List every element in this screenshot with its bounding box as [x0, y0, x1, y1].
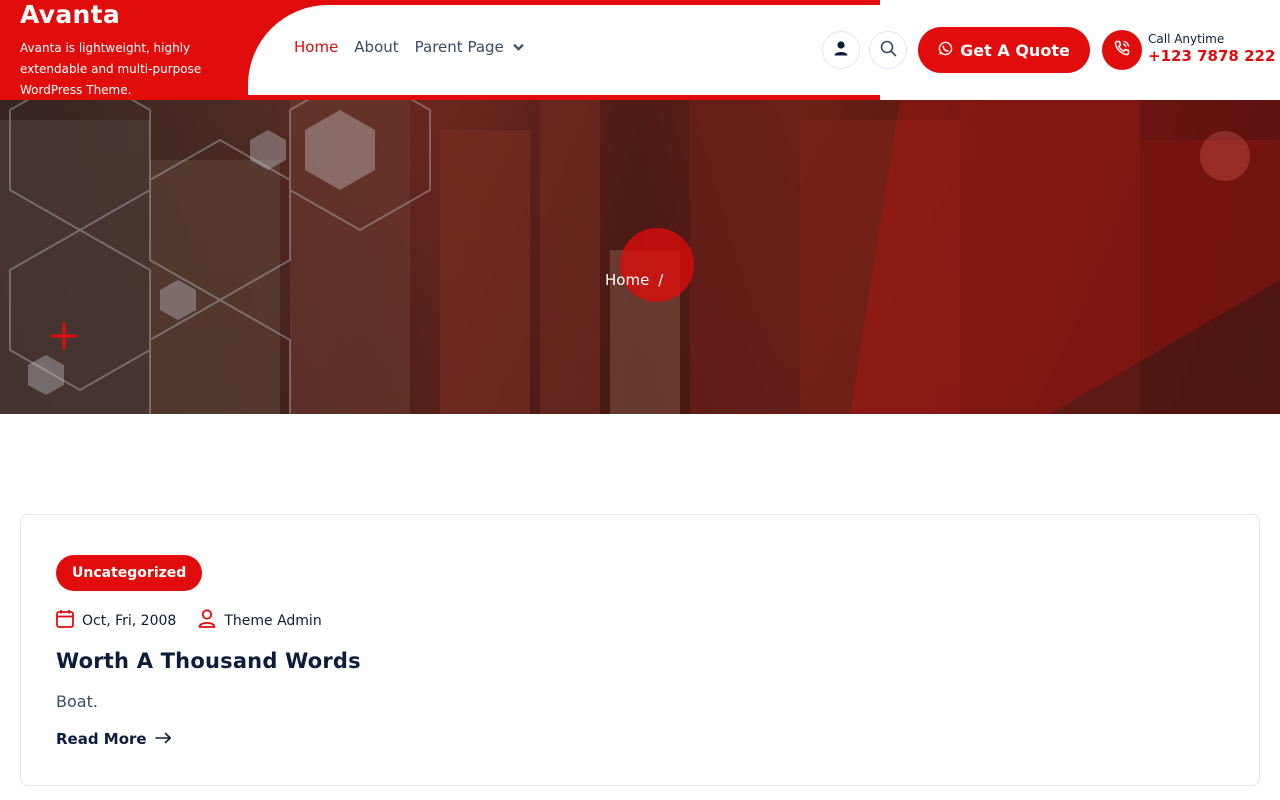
read-more-label: Read More [56, 730, 147, 748]
page-banner: Home / [0, 100, 1280, 414]
nav-item-about[interactable]: About [354, 38, 398, 56]
search-icon [880, 40, 897, 61]
nav-item-parent-page[interactable]: Parent Page [415, 38, 524, 57]
read-more-link[interactable]: Read More [56, 730, 172, 748]
user-icon [198, 609, 224, 632]
site-title[interactable]: Avanta [20, 0, 120, 29]
post-date-text: Oct, Fri, 2008 [82, 612, 177, 629]
post-card: Uncategorized Oct, Fri, 2008 Theme Admin… [20, 514, 1260, 786]
main-navigation: Home About Parent Page [294, 38, 540, 57]
get-a-quote-button[interactable]: Get A Quote [918, 27, 1090, 73]
search-button[interactable] [869, 31, 907, 69]
category-badge[interactable]: Uncategorized [56, 555, 203, 591]
breadcrumb: Home / [605, 271, 663, 289]
post-title[interactable]: Worth A Thousand Words [56, 649, 361, 673]
get-a-quote-label: Get A Quote [960, 40, 1070, 60]
calendar-icon [56, 609, 82, 632]
whatsapp-icon [938, 41, 960, 60]
arrow-right-icon [147, 730, 172, 748]
user-icon [834, 40, 848, 60]
phone-icon [1113, 39, 1131, 61]
chevron-down-icon [513, 39, 524, 57]
call-anytime-label: Call Anytime [1148, 32, 1225, 46]
post-date[interactable]: Oct, Fri, 2008 [56, 609, 176, 632]
nav-item-parent-page-label: Parent Page [414, 38, 504, 56]
call-button[interactable] [1102, 30, 1142, 70]
post-author[interactable]: Theme Admin [198, 609, 322, 632]
post-meta: Oct, Fri, 2008 Theme Admin [56, 609, 344, 632]
breadcrumb-home-link[interactable]: Home [605, 271, 649, 289]
account-button[interactable] [822, 31, 860, 69]
breadcrumb-separator: / [658, 271, 664, 289]
decorative-circle [1200, 131, 1250, 181]
decorative-circle [620, 228, 694, 302]
nav-item-home[interactable]: Home [294, 38, 338, 56]
phone-number[interactable]: +123 7878 222 [1148, 47, 1275, 65]
post-excerpt: Boat. [56, 692, 98, 711]
post-author-name: Theme Admin [224, 612, 322, 629]
site-tagline: Avanta is lightweight, highly extendable… [20, 41, 202, 97]
site-header: Avanta Avanta is lightweight, highly ext… [0, 0, 1280, 100]
